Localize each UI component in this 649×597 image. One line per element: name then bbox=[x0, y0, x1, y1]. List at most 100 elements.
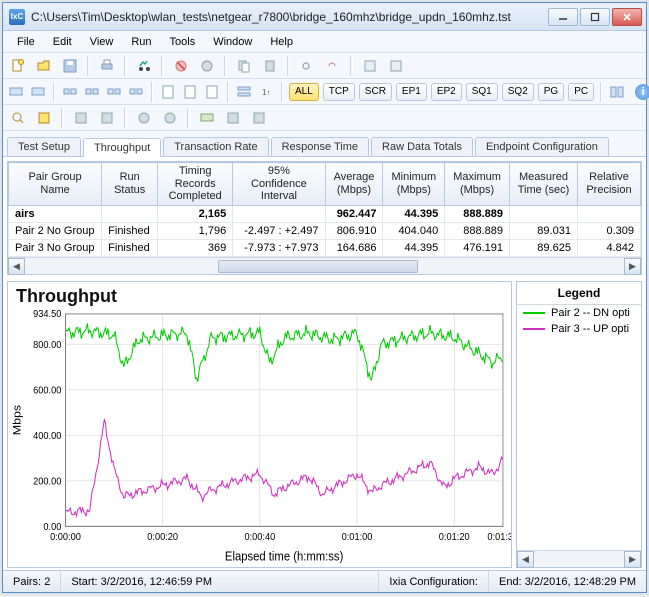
legend-label: Pair 3 -- UP opti bbox=[551, 323, 629, 335]
tool3-icon-6[interactable] bbox=[159, 107, 181, 129]
throughput-chart[interactable]: 0.00200.00400.00600.00800.00934.500:00:0… bbox=[8, 307, 511, 567]
toolbar-separator bbox=[600, 82, 602, 102]
group-icon-2[interactable]: 1↑ bbox=[257, 81, 275, 103]
toolbar-separator bbox=[124, 56, 127, 76]
script-icon-1[interactable] bbox=[159, 81, 177, 103]
menu-view[interactable]: View bbox=[82, 34, 122, 50]
filter-sq2-button[interactable]: SQ2 bbox=[502, 83, 534, 101]
legend-item[interactable]: Pair 3 -- UP opti bbox=[517, 321, 641, 337]
table-row-total[interactable]: airs 2,165 962.447 44.395 888.889 bbox=[9, 205, 641, 222]
cell: 404.040 bbox=[383, 222, 445, 239]
tool3-icon-9[interactable] bbox=[248, 107, 270, 129]
pause-icon[interactable] bbox=[196, 55, 218, 77]
menu-run[interactable]: Run bbox=[123, 34, 159, 50]
tab-throughput[interactable]: Throughput bbox=[83, 138, 161, 157]
col-average[interactable]: Average (Mbps) bbox=[325, 163, 383, 206]
menu-help[interactable]: Help bbox=[262, 34, 301, 50]
legend-scrollbar[interactable]: ◀ ▶ bbox=[517, 550, 641, 567]
copy-icon[interactable] bbox=[233, 55, 255, 77]
cell: 888.889 bbox=[445, 205, 510, 222]
pair-icon-1[interactable] bbox=[61, 81, 79, 103]
col-maximum[interactable]: Maximum (Mbps) bbox=[445, 163, 510, 206]
script-icon-3[interactable] bbox=[203, 81, 221, 103]
filter-sq1-button[interactable]: SQ1 bbox=[466, 83, 498, 101]
tool3-icon-4[interactable] bbox=[96, 107, 118, 129]
save-icon[interactable] bbox=[59, 55, 81, 77]
group-icon-1[interactable] bbox=[235, 81, 253, 103]
col-run-status[interactable]: Run Status bbox=[102, 163, 158, 206]
filter-scr-button[interactable]: SCR bbox=[359, 83, 392, 101]
tool-icon-1[interactable] bbox=[359, 55, 381, 77]
scroll-left-icon[interactable]: ◀ bbox=[8, 258, 25, 275]
col-timing-records[interactable]: Timing Records Completed bbox=[158, 163, 233, 206]
grid-horizontal-scrollbar[interactable]: ◀ ▶ bbox=[8, 257, 641, 274]
filter-pg-button[interactable]: PG bbox=[538, 83, 564, 101]
stop-icon[interactable] bbox=[170, 55, 192, 77]
scroll-left-icon[interactable]: ◀ bbox=[517, 551, 534, 568]
cell: 476.191 bbox=[445, 239, 510, 256]
filter-tcp-button[interactable]: TCP bbox=[323, 83, 355, 101]
open-file-icon[interactable] bbox=[33, 55, 55, 77]
menu-file[interactable]: File bbox=[9, 34, 43, 50]
tool-icon-2[interactable] bbox=[385, 55, 407, 77]
menu-run-label: Run bbox=[131, 36, 151, 48]
pair-icon-2[interactable] bbox=[83, 81, 101, 103]
svg-text:1↑: 1↑ bbox=[262, 88, 270, 97]
maximize-button[interactable] bbox=[580, 8, 610, 26]
chain-icon[interactable] bbox=[296, 55, 318, 77]
cell: 89.031 bbox=[510, 222, 578, 239]
table-row[interactable]: Pair 2 No Group Finished 1,796 -2.497 : … bbox=[9, 222, 641, 239]
chart-title: Throughput bbox=[8, 282, 511, 307]
tool3-icon-8[interactable] bbox=[222, 107, 244, 129]
menu-edit[interactable]: Edit bbox=[45, 34, 80, 50]
menu-window[interactable]: Window bbox=[205, 34, 260, 50]
statusbar: Pairs: 2 Start: 3/2/2016, 12:46:59 PM Ix… bbox=[3, 570, 646, 592]
filter-all-button[interactable]: ALL bbox=[289, 83, 319, 101]
paste-icon[interactable] bbox=[259, 55, 281, 77]
print-icon[interactable] bbox=[96, 55, 118, 77]
col-confidence[interactable]: 95% Confidence Interval bbox=[233, 163, 325, 206]
unchain-icon[interactable] bbox=[322, 55, 344, 77]
col-relative[interactable]: Relative Precision bbox=[577, 163, 640, 206]
table-row[interactable]: Pair 3 No Group Finished 369 -7.973 : +7… bbox=[9, 239, 641, 256]
col-minimum[interactable]: Minimum (Mbps) bbox=[383, 163, 445, 206]
endpoint-icon-2[interactable] bbox=[29, 81, 47, 103]
col-measured[interactable]: Measured Time (sec) bbox=[510, 163, 578, 206]
tab-endpoint-config[interactable]: Endpoint Configuration bbox=[475, 137, 609, 156]
tool3-icon-5[interactable] bbox=[133, 107, 155, 129]
pair-icon-3[interactable] bbox=[105, 81, 123, 103]
tool3-icon-2[interactable] bbox=[33, 107, 55, 129]
scroll-thumb[interactable] bbox=[218, 260, 418, 273]
run-icon[interactable] bbox=[133, 55, 155, 77]
col-pair-group[interactable]: Pair Group Name bbox=[9, 163, 102, 206]
minimize-button[interactable] bbox=[548, 8, 578, 26]
tab-transaction-rate[interactable]: Transaction Rate bbox=[163, 137, 268, 156]
filter-pc-button[interactable]: PC bbox=[568, 83, 594, 101]
tab-response-time[interactable]: Response Time bbox=[271, 137, 369, 156]
menu-tools[interactable]: Tools bbox=[162, 34, 204, 50]
scroll-right-icon[interactable]: ▶ bbox=[624, 258, 641, 275]
cell: 89.625 bbox=[510, 239, 578, 256]
status-label: Ixia Configuration: bbox=[389, 576, 478, 588]
new-file-icon[interactable] bbox=[7, 55, 29, 77]
search-icon[interactable] bbox=[7, 107, 29, 129]
scroll-right-icon[interactable]: ▶ bbox=[624, 551, 641, 568]
script-icon-2[interactable] bbox=[181, 81, 199, 103]
tab-raw-data-totals[interactable]: Raw Data Totals bbox=[371, 137, 473, 156]
menu-help-label: Help bbox=[270, 36, 293, 48]
tool3-icon-3[interactable] bbox=[70, 107, 92, 129]
window-arrange-icon[interactable] bbox=[608, 81, 626, 103]
info-icon[interactable]: i bbox=[634, 81, 649, 103]
status-label: End: bbox=[499, 576, 522, 588]
filter-ep1-button[interactable]: EP1 bbox=[396, 83, 427, 101]
tool3-icon-7[interactable] bbox=[196, 107, 218, 129]
filter-ep2-button[interactable]: EP2 bbox=[431, 83, 462, 101]
pair-icon-4[interactable] bbox=[127, 81, 145, 103]
close-button[interactable] bbox=[612, 8, 642, 26]
toolbar-tertiary bbox=[3, 105, 646, 131]
endpoint-icon-1[interactable] bbox=[7, 81, 25, 103]
app-icon: IxC bbox=[9, 9, 25, 25]
tab-test-setup[interactable]: Test Setup bbox=[7, 137, 81, 156]
legend-item[interactable]: Pair 2 -- DN opti bbox=[517, 305, 641, 321]
legend-title: Legend bbox=[517, 282, 641, 305]
